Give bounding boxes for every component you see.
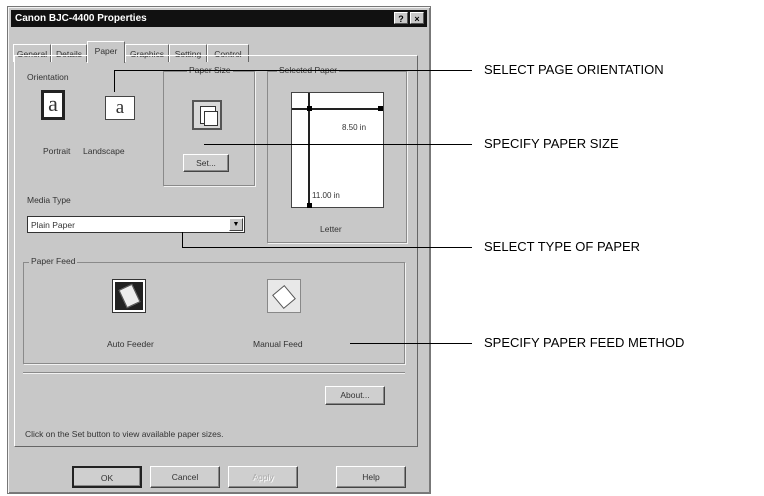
paper-feed-label: Paper Feed bbox=[29, 256, 78, 266]
portrait-icon[interactable]: a bbox=[41, 90, 65, 120]
window-title: Canon BJC-4400 Properties bbox=[15, 13, 147, 24]
callout-line-orientation-v bbox=[114, 70, 115, 92]
annotation-feed-method: SPECIFY PAPER FEED METHOD bbox=[484, 335, 685, 350]
about-button[interactable]: About... bbox=[325, 386, 385, 405]
paper-size-icon bbox=[192, 100, 222, 130]
paper-width-value: 8.50 in bbox=[342, 123, 367, 132]
callout-line-media-v bbox=[182, 232, 183, 247]
auto-feeder-label: Auto Feeder bbox=[107, 339, 154, 349]
help-button[interactable]: Help bbox=[336, 466, 406, 488]
media-type-select[interactable]: Plain Paper ▼ bbox=[27, 216, 245, 233]
callout-line-orientation-h bbox=[114, 70, 472, 71]
orientation-label: Orientation bbox=[27, 72, 69, 82]
apply-button[interactable]: Apply bbox=[228, 466, 298, 488]
paper-feed-group bbox=[23, 262, 405, 364]
callout-line-feed bbox=[350, 343, 472, 344]
media-type-label: Media Type bbox=[27, 195, 71, 205]
tab-paper[interactable]: Paper bbox=[87, 41, 125, 63]
annotation-paper-type: SELECT TYPE OF PAPER bbox=[484, 239, 641, 254]
media-type-value: Plain Paper bbox=[31, 220, 75, 230]
portrait-label: Portrait bbox=[43, 146, 71, 156]
annotation-paper-size: SPECIFY PAPER SIZE bbox=[484, 136, 619, 151]
callout-line-paper-size bbox=[204, 144, 472, 145]
cancel-button[interactable]: Cancel bbox=[150, 466, 220, 488]
help-icon[interactable]: ? bbox=[394, 12, 408, 24]
annotation-orientation: SELECT PAGE ORIENTATION bbox=[484, 62, 664, 77]
chevron-down-icon[interactable]: ▼ bbox=[229, 218, 243, 231]
divider bbox=[23, 372, 405, 373]
paper-preview: 8.50 in 11.00 in bbox=[291, 92, 384, 208]
paper-height-value: 11.00 in bbox=[312, 191, 340, 200]
set-button[interactable]: Set... bbox=[183, 154, 229, 172]
paper-tab-panel: Orientation a a Portrait Landscape Paper… bbox=[14, 55, 418, 447]
ok-button[interactable]: OK bbox=[72, 466, 142, 488]
manual-feed-icon[interactable] bbox=[267, 279, 301, 313]
callout-line-media-h bbox=[182, 247, 472, 248]
paper-name-value: Letter bbox=[320, 224, 342, 234]
title-bar: Canon BJC-4400 Properties ? × bbox=[11, 10, 427, 27]
landscape-label: Landscape bbox=[83, 146, 125, 156]
close-icon[interactable]: × bbox=[410, 12, 424, 24]
hint-text: Click on the Set button to view availabl… bbox=[25, 429, 224, 439]
landscape-icon[interactable]: a bbox=[105, 96, 135, 120]
auto-feeder-icon[interactable] bbox=[112, 279, 146, 313]
manual-feed-label: Manual Feed bbox=[253, 339, 303, 349]
